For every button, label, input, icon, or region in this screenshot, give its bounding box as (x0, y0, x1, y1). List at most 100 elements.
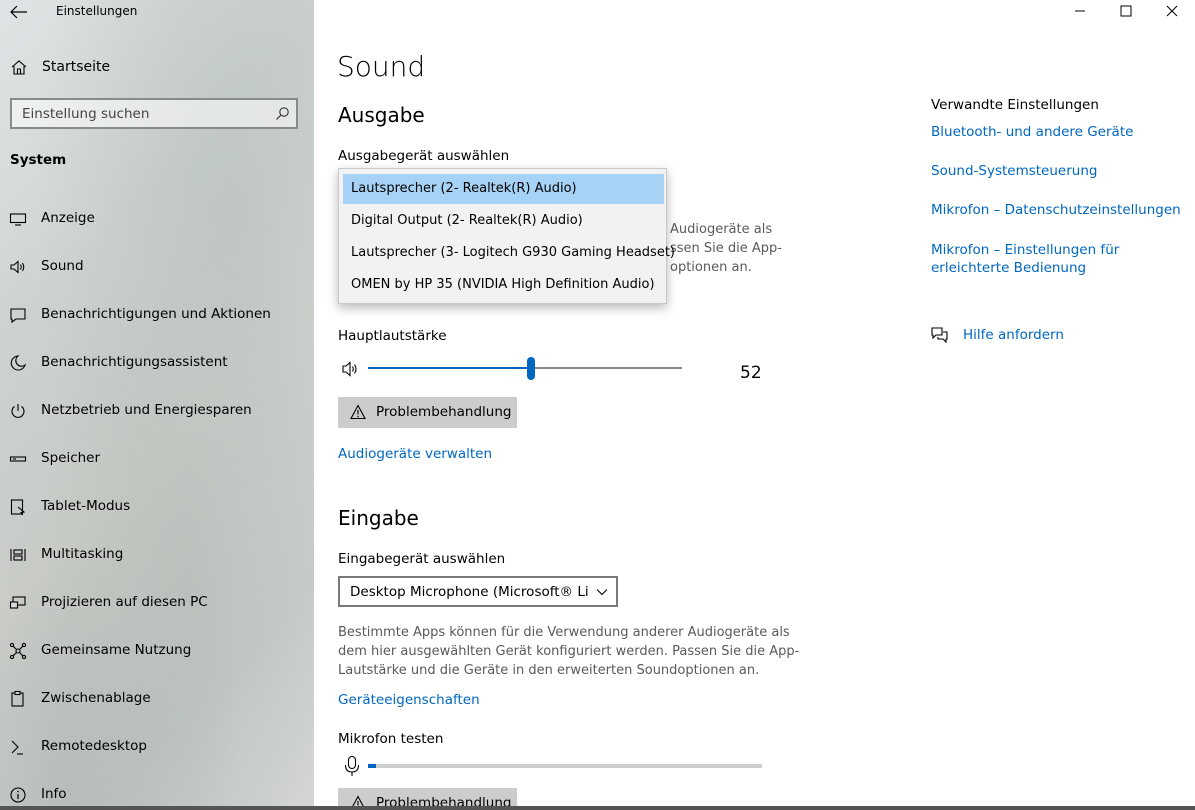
minimize-icon (1075, 10, 1085, 12)
mic-level-fill (368, 764, 376, 768)
sidebar-item-label: Zwischenablage (41, 690, 151, 706)
sidebar-item-label: Anzeige (41, 210, 95, 226)
microphone-accessibility-link[interactable]: Mikrofon – Einstellungen für (931, 242, 1119, 258)
output-troubleshoot-button[interactable]: Problembehandlung (338, 397, 517, 428)
back-button[interactable] (8, 2, 30, 22)
output-description-line: ssen Sie die App- (670, 241, 782, 256)
display-icon (9, 213, 27, 226)
sound-control-panel-link[interactable]: Sound-Systemsteuerung (931, 163, 1097, 179)
search-placeholder: Einstellung suchen (22, 106, 150, 122)
output-description-line: Audiogeräte als (670, 222, 773, 237)
sidebar-item-project[interactable]: Projizieren auf diesen PC (0, 583, 314, 623)
multitasking-icon (10, 549, 26, 561)
input-description-line: Lautstärke und die Geräte in den erweite… (338, 663, 760, 678)
close-button[interactable] (1149, 0, 1195, 22)
microphone-privacy-link[interactable]: Mikrofon – Datenschutzeinstellungen (931, 202, 1181, 218)
maximize-icon (1120, 5, 1132, 17)
sidebar-item-clipboard[interactable]: Zwischenablage (0, 679, 314, 719)
output-device-label: Ausgabegerät auswählen (338, 148, 510, 164)
remote-icon (11, 740, 23, 755)
microphone-icon (344, 755, 360, 776)
input-description-line: dem hier ausgewählten Gerät konfiguriert… (338, 644, 800, 659)
back-arrow-icon (10, 5, 27, 19)
minimize-button[interactable] (1057, 0, 1103, 22)
app-title: Einstellungen (56, 4, 138, 18)
close-icon (1166, 5, 1178, 17)
clipboard-icon (11, 690, 24, 707)
dropdown-option[interactable]: Digital Output (2- Realtek(R) Audio) (343, 206, 664, 236)
sidebar-item-info[interactable]: Info (0, 775, 314, 810)
sidebar-item-tablet[interactable]: Tablet-Modus (0, 487, 314, 527)
sidebar-item-label: Tablet-Modus (41, 498, 131, 514)
volume-value: 52 (740, 363, 762, 383)
input-description-line: Bestimmte Apps können für die Verwendung… (338, 625, 790, 640)
dropdown-option-label: Lautsprecher (3- Logitech G930 Gaming He… (351, 245, 675, 260)
search-icon (276, 107, 289, 120)
related-settings-title: Verwandte Einstellungen (931, 97, 1099, 113)
help-icon (931, 327, 948, 343)
sidebar-item-label: Projizieren auf diesen PC (41, 594, 208, 610)
section-title: System (10, 152, 67, 168)
sidebar-item-display[interactable]: Anzeige (0, 199, 314, 239)
share-icon (9, 642, 27, 660)
input-device-select[interactable]: Desktop Microphone (Microsoft® Li... (338, 576, 618, 607)
sidebar-item-home[interactable]: Startseite (0, 52, 314, 84)
bluetooth-devices-link[interactable]: Bluetooth- und andere Geräte (931, 124, 1133, 140)
sidebar-item-label: Gemeinsame Nutzung (41, 642, 192, 658)
volume-speaker-icon[interactable] (341, 360, 361, 378)
sidebar: Einstellungen Startseite Einstellung suc… (0, 0, 314, 810)
sidebar-item-focus-assist[interactable]: Benachrichtigungsassistent (0, 343, 314, 383)
chevron-down-icon (596, 589, 608, 596)
sidebar-item-label: Benachrichtigungsassistent (41, 354, 228, 370)
output-device-dropdown-list[interactable]: Lautsprecher (2- Realtek(R) Audio) Digit… (338, 168, 675, 304)
dropdown-option-label: OMEN by HP 35 (NVIDIA High Definition Au… (351, 277, 655, 292)
sidebar-item-label: Sound (41, 258, 84, 274)
sidebar-item-storage[interactable]: Speicher (0, 439, 314, 479)
input-heading: Eingabe (338, 506, 419, 530)
window-bottom-edge (0, 806, 1195, 810)
output-heading: Ausgabe (338, 103, 425, 127)
dropdown-option-label: Digital Output (2- Realtek(R) Audio) (351, 213, 583, 228)
sidebar-item-label: Speicher (41, 450, 101, 466)
sidebar-item-label: Netzbetrieb und Energiesparen (41, 402, 252, 418)
sidebar-item-power[interactable]: Netzbetrieb und Energiesparen (0, 391, 314, 431)
input-device-value: Desktop Microphone (Microsoft® Li... (350, 584, 588, 600)
power-icon (11, 404, 25, 418)
volume-label: Hauptlautstärke (338, 328, 447, 344)
sidebar-item-sharing[interactable]: Gemeinsame Nutzung (0, 631, 314, 671)
sidebar-item-label: Benachrichtigungen und Aktionen (41, 306, 271, 322)
mic-level-track (368, 764, 762, 768)
dropdown-option[interactable]: OMEN by HP 35 (NVIDIA High Definition Au… (343, 270, 664, 300)
warning-icon (350, 404, 366, 420)
output-description-line: optionen an. (670, 260, 752, 275)
sidebar-item-sound[interactable]: Sound (0, 247, 314, 287)
title-bar: Einstellungen (0, 0, 314, 24)
tablet-icon (10, 499, 26, 516)
dropdown-option-selected[interactable]: Lautsprecher (2- Realtek(R) Audio) (343, 174, 664, 204)
input-device-label: Eingabegerät auswählen (338, 551, 506, 567)
sidebar-item-multitasking[interactable]: Multitasking (0, 535, 314, 575)
button-label: Problembehandlung (376, 404, 512, 420)
volume-slider-thumb[interactable] (527, 357, 536, 380)
sidebar-item-notifications[interactable]: Benachrichtigungen und Aktionen (0, 295, 314, 335)
speaker-icon (10, 260, 25, 274)
home-icon (11, 60, 27, 75)
sidebar-item-label: Remotedesktop (41, 738, 147, 754)
search-input[interactable]: Einstellung suchen (10, 98, 298, 129)
device-properties-link[interactable]: Geräteeigenschaften (338, 692, 480, 708)
manage-audio-devices-link[interactable]: Audiogeräte verwalten (338, 446, 492, 462)
info-icon (10, 787, 26, 803)
project-icon (9, 596, 26, 609)
get-help-link[interactable]: Hilfe anfordern (963, 327, 1064, 343)
moon-icon (10, 355, 27, 371)
page-title: Sound (337, 50, 426, 83)
sidebar-item-label: Startseite (42, 59, 111, 75)
storage-icon (9, 456, 27, 462)
maximize-button[interactable] (1103, 0, 1149, 22)
microphone-accessibility-link-line2[interactable]: erleichterte Bedienung (931, 260, 1086, 276)
notification-icon (10, 308, 26, 324)
sidebar-item-label: Multitasking (41, 546, 124, 562)
dropdown-option[interactable]: Lautsprecher (3- Logitech G930 Gaming He… (343, 238, 675, 268)
volume-slider-fill (368, 367, 532, 369)
sidebar-item-remote-desktop[interactable]: Remotedesktop (0, 727, 314, 767)
